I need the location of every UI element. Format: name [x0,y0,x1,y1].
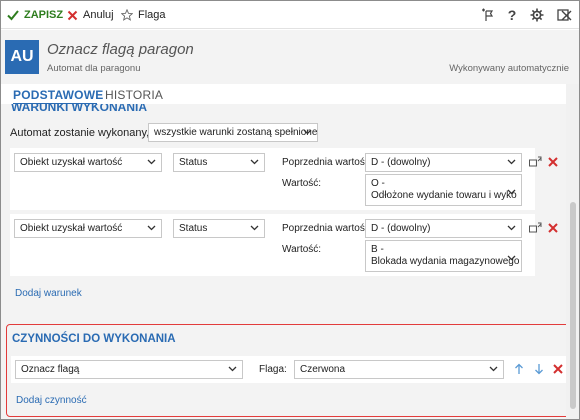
action-type-select[interactable]: Oznacz flagą [15,360,243,379]
add-condition-link[interactable]: Dodaj warunek [15,288,82,299]
previous-value-value: D - (dowolny) [371,157,431,168]
previous-value-value: D - (dowolny) [371,223,431,234]
actions-section: CZYNNOŚCI DO WYKONANIA Oznacz flagą Flag… [6,324,566,417]
tab-historia[interactable]: HISTORIA [105,88,163,102]
action-row: Oznacz flagą Flaga: Czerwona [11,356,566,383]
value-picker-button[interactable] [528,155,542,169]
arrow-up-icon [515,363,523,374]
avatar: AU [5,40,39,74]
main-content: WARUNKI WYKONANIA Automat zostanie wykon… [1,104,566,419]
chevron-down-icon [303,129,312,135]
page-subtitle: Automat dla paragonu [47,63,141,74]
flag-field-label: Flaga: [259,364,287,375]
value-line-2: Blokada wydania magazynowego [371,256,520,267]
delete-condition-button[interactable] [546,155,560,169]
delete-icon [553,364,563,374]
conditions-section-title: WARUNKI WYKONANIA [11,104,147,114]
condition-type-select[interactable]: Obiekt uzyskał wartość [14,219,162,238]
value-line-1: B - [371,244,384,255]
flag-value: Czerwona [300,364,346,375]
chevron-down-icon [507,225,516,231]
conditions-mode-label: Automat zostanie wykonany, gdy [10,127,170,139]
flag-select[interactable]: Czerwona [294,360,504,379]
move-up-button[interactable] [512,362,526,376]
arrow-down-icon [535,364,543,375]
move-down-button[interactable] [532,362,546,376]
condition-row-1: Obiekt uzyskał wartość Status Poprzednia… [10,148,558,210]
close-icon [67,10,78,20]
chevron-down-icon [507,189,516,195]
flag-button[interactable]: Flaga [121,8,166,22]
page-title: Oznacz flagą paragon [47,41,194,58]
previous-value-select[interactable]: D - (dowolny) [365,219,522,238]
value-picker-icon [528,156,541,167]
action-type-value: Oznacz flagą [21,364,80,375]
close-window-button[interactable] [558,7,574,23]
vertical-scrollbar[interactable] [566,84,579,419]
chevron-down-icon [507,255,516,261]
settings-button[interactable] [529,7,545,23]
chevron-down-icon [147,159,156,165]
checkmark-icon [7,10,19,21]
value-picker-icon [528,222,541,233]
delete-icon [548,157,558,167]
page-header: AU Oznacz flagą paragon Automat dla para… [1,30,579,84]
condition-field-value: Status [179,223,208,234]
tab-bar: PODSTAWOWE HISTORIA [1,84,566,105]
scrollbar-thumb[interactable] [570,202,576,409]
chevron-down-icon [507,159,516,165]
condition-type-value: Obiekt uzyskał wartość [20,157,123,168]
condition-type-select[interactable]: Obiekt uzyskał wartość [14,153,162,172]
conditions-mode-value: wszystkie warunki zostaną spełnione [154,127,318,138]
conditions-mode-select[interactable]: wszystkie warunki zostaną spełnione [148,123,318,142]
value-line-1: O - [371,178,385,189]
previous-value-label: Poprzednia wartość: [282,157,373,168]
toolbar: ZAPISZ Anuluj Flaga ? [1,1,579,29]
condition-row-2: Obiekt uzyskał wartość Status Poprzednia… [10,214,558,276]
condition-field-select[interactable]: Status [173,219,265,238]
chevron-down-icon [489,366,498,372]
value-label: Wartość: [282,244,322,255]
previous-value-label: Poprzednia wartość: [282,223,373,234]
value-select[interactable]: O - Odłożone wydanie towaru i wyko [365,174,522,206]
chevron-down-icon [228,366,237,372]
actions-section-title: CZYNNOŚCI DO WYKONANIA [12,333,176,345]
delete-condition-button[interactable] [546,221,560,235]
help-icon: ? [507,7,517,23]
chevron-down-icon [147,225,156,231]
execution-mode-text: Wykonywany automatycznie [449,63,569,74]
value-picker-button[interactable] [528,221,542,235]
delete-icon [548,223,558,233]
cancel-label: Anuluj [83,9,114,21]
flag-label: Flaga [138,9,166,21]
star-icon [121,9,133,21]
help-button[interactable]: ? [505,7,519,23]
close-window-icon [561,10,571,20]
value-line-2: Odłożone wydanie towaru i wyko [371,190,517,201]
cancel-button[interactable]: Anuluj [67,8,114,22]
value-label: Wartość: [282,178,322,189]
chevron-down-icon [250,225,259,231]
save-label: ZAPISZ [24,9,64,21]
condition-type-value: Obiekt uzyskał wartość [20,223,123,234]
chevron-down-icon [250,159,259,165]
save-button[interactable]: ZAPISZ [7,8,63,22]
gear-icon [530,8,544,22]
tab-podstawowe[interactable]: PODSTAWOWE [13,88,103,102]
add-action-link[interactable]: Dodaj czynność [16,395,87,406]
value-select[interactable]: B - Blokada wydania magazynowego [365,240,522,272]
condition-field-select[interactable]: Status [173,153,265,172]
add-flag-button[interactable] [479,7,497,23]
delete-action-button[interactable] [551,362,565,376]
condition-field-value: Status [179,157,208,168]
add-flag-icon [482,8,494,21]
previous-value-select[interactable]: D - (dowolny) [365,153,522,172]
